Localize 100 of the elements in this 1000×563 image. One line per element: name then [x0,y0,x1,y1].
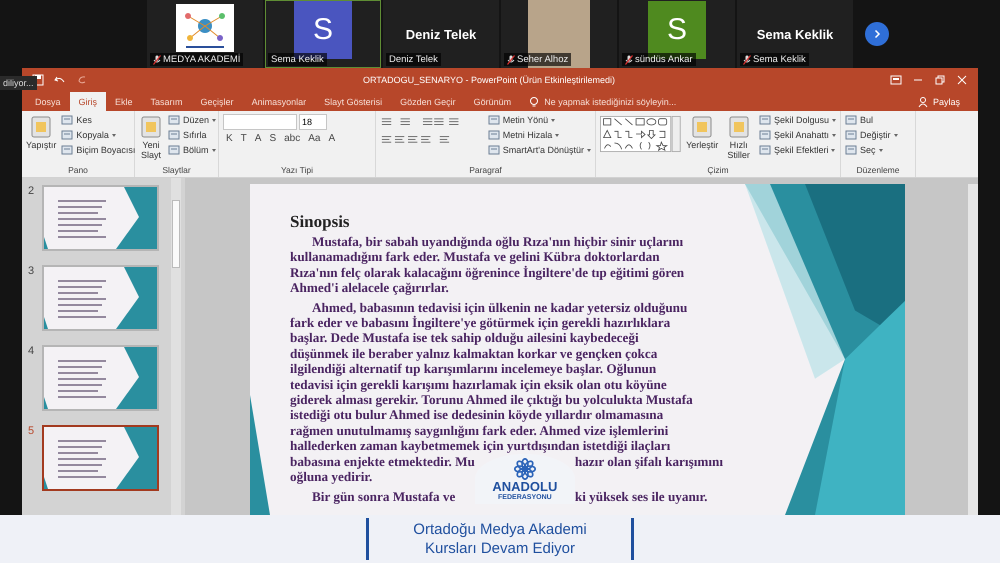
participant-tile[interactable]: MEDYA AKADEMİ [147,0,263,68]
command-icon [61,129,74,141]
ribbon-tab[interactable]: Gözden Geçir [391,92,465,111]
command-icon [690,114,714,140]
ribbon-command[interactable]: Bölüm [168,144,216,156]
ribbon-command[interactable]: Kopyala [61,129,136,141]
restore-icon[interactable] [934,74,946,86]
ribbon-tab[interactable]: Slayt Gösterisi [315,92,392,111]
command-icon [488,129,500,141]
group-label: Slaytlar [161,165,192,177]
ribbon-display-icon[interactable] [890,74,902,86]
format-button[interactable]: abc [281,133,304,144]
scrollbar[interactable] [968,184,978,515]
group-label: Paragraf [468,165,503,177]
shape-gallery[interactable] [600,114,682,154]
person-icon [918,96,930,108]
participant-label: Sema Keklik [753,54,806,65]
participant-label: Sema Keklik [271,54,324,65]
muted-mic-icon [507,54,515,64]
ribbon-command[interactable]: Bul [845,114,898,126]
slide-paragraph: Mustafa, bir sabah uyandığında oğlu Rıza'nın hiçbir sinir uçlarını kullanamadığını fark eder. Mustafa ve gelini Kübra doktorlardan Rıza'nın felç olarak kalacağını öğrenince İngiltere'de tıp eğitimi gören Ahmed'i alelacele çağırırlar. [290,234,686,296]
muted-mic-icon [625,54,633,64]
ribbon-tab[interactable]: Tasarım [142,92,192,111]
caption-text: Kursları Devam Ediyor [424,539,576,558]
ribbon-command[interactable]: Metin Yönü [488,114,591,126]
lightbulb-icon [528,96,540,108]
ribbon-command[interactable]: SmartArt'a Dönüştür [488,144,591,156]
ribbon-command[interactable]: Metni Hizala [488,129,591,141]
command-icon [61,144,74,156]
format-button[interactable]: K [223,133,236,144]
command-icon [845,144,857,156]
ribbon-button[interactable]: Hızlı Stiller [723,114,754,160]
ribbon-command[interactable]: Şekil Anahattı [758,129,836,141]
participant-label: sündüs Ankar [635,54,693,65]
command-icon [758,114,771,126]
slide-number: 3 [28,265,36,277]
slide-thumbnail[interactable] [42,425,159,491]
ribbon-button[interactable]: Yeni Slayt [139,114,163,160]
ribbon-button[interactable]: Yapıştır [26,114,56,150]
participant-tile[interactable]: Deniz Telek Deniz Telek [383,0,499,68]
participant-name: Sema Keklik [756,26,834,42]
tell-me-field[interactable]: Ne yapmak istediğinizi söyleyin... [544,96,676,106]
command-icon [61,114,74,126]
font-size-field[interactable]: 18 [299,114,327,130]
ribbon-command[interactable]: Değiştir [845,129,898,141]
ribbon-command[interactable]: Düzen [168,114,216,126]
redo-icon[interactable] [76,74,88,86]
muted-mic-icon [153,54,161,64]
format-button[interactable]: T [238,133,250,144]
format-button[interactable]: A [325,133,338,144]
ribbon-tab[interactable]: Dosya [26,92,70,111]
slide-text-line: Bir gün sonra Mustafa ve [311,488,456,504]
group-label: Düzenleme [856,165,900,177]
slide-thumbnail[interactable] [42,265,159,331]
command-icon [168,144,180,156]
ribbon-tab[interactable]: Ekle [106,92,142,111]
format-button[interactable]: Aa [305,133,324,144]
ribbon-tab[interactable]: Görünüm [464,92,520,111]
slide-thumbnail[interactable] [42,185,159,251]
ribbon-tab[interactable]: Geçişler [192,92,243,111]
scrollbar[interactable] [171,178,181,515]
command-icon [758,144,771,156]
participant-tile[interactable]: S sündüs Ankar [619,0,735,68]
participant-tile[interactable]: Seher Alhoz [501,0,617,68]
slide-text-line: ki yüksek ses ile uyanır. [574,488,708,504]
muted-mic-icon [743,54,751,64]
font-name-field[interactable] [223,114,297,130]
ribbon-command[interactable]: Seç [845,144,898,156]
command-icon [29,114,54,140]
format-button[interactable]: S [266,133,280,144]
group-label: Pano [67,165,89,177]
ribbon-command[interactable]: Şekil Dolgusu [758,114,836,126]
participant-tile[interactable]: Sema Keklik Sema Keklik [737,0,853,68]
command-icon [845,114,857,126]
command-icon [845,129,857,141]
ribbon-command[interactable]: Şekil Efektleri [758,144,836,156]
format-button[interactable]: A [252,133,264,144]
ribbon-command[interactable]: Sıfırla [168,129,216,141]
command-icon [488,114,500,126]
slide-text-line: babasına enjekte etmektedir. Mu [290,454,475,470]
ribbon-command[interactable]: Kes [61,114,136,126]
ribbon-command[interactable]: Biçim Boyacısı [61,144,136,156]
slide-thumbnail[interactable] [42,345,159,411]
ribbon-tab[interactable]: Animasyonlar [242,92,316,111]
ribbon-tab[interactable]: Giriş [70,92,106,111]
participant-tile[interactable]: S Sema Keklik [265,0,381,68]
slide-text-line: oğluna yedirir. [290,469,374,484]
slide-number: 2 [28,185,36,197]
close-icon[interactable] [956,74,968,86]
participant-label: MEDYA AKADEMİ [163,54,240,65]
slide-title: Sinopsis [290,212,351,232]
window-title: ORTADOGU_SENARYO - PowerPoint (Ürün Etkinleştirilemedi) [362,75,616,85]
command-icon [168,129,180,141]
share-button[interactable]: Paylaş [912,92,966,111]
ribbon-button[interactable]: Yerleştir [686,114,718,150]
save-icon[interactable] [32,74,44,86]
next-page-button[interactable] [865,22,889,46]
participant-label: Deniz Telek [389,54,438,65]
chevron-icon [872,29,882,39]
command-icon [726,114,751,140]
